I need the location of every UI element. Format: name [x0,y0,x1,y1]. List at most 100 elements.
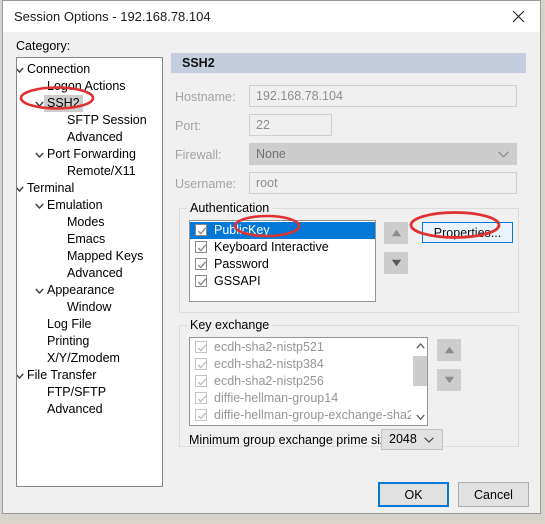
sidebar-item-x-y-zmodem[interactable]: X/Y/Zmodem [17,350,162,367]
firewall-select[interactable]: None [249,143,517,165]
auth-move-down-button[interactable] [384,252,408,274]
kex-list-item-label: ecdh-sha2-nistp256 [214,374,324,388]
sidebar-item-emacs[interactable]: Emacs [17,231,162,248]
sidebar-item-label: X/Y/Zmodem [47,351,120,365]
kex-list-item[interactable]: diffie-hellman-group14 [190,390,427,407]
close-button[interactable] [496,1,540,32]
sidebar-item-port-forwarding[interactable]: Port Forwarding [17,146,162,163]
port-label: Port: [175,119,202,133]
chevron-down-icon [415,414,425,420]
check-icon [197,227,207,235]
auth-list-item-label: Password [214,257,269,271]
checkbox[interactable] [195,358,207,370]
kex-list-item[interactable]: diffie-hellman-group-exchange-sha256 [190,407,427,424]
pane-header: SSH2 [171,53,526,73]
auth-move-up-button[interactable] [384,222,408,244]
prime-size-select[interactable]: 2048 [381,429,443,450]
check-icon [197,278,207,286]
pane-header-title: SSH2 [182,56,215,70]
key-exchange-group: Key exchange ecdh-sha2-nistp521 ecdh-sha2… [179,318,519,450]
sidebar-item-modes[interactable]: Modes [17,214,162,231]
kex-list-item-label: diffie-hellman-group-exchange-sha256 [214,408,428,422]
sidebar-item-terminal[interactable]: Terminal [17,180,162,197]
sidebar-item-logon-actions[interactable]: Logon Actions [17,78,162,95]
key-exchange-list[interactable]: ecdh-sha2-nistp521 ecdh-sha2-nistp384 ecdh… [189,337,428,426]
firewall-label: Firewall: [175,148,222,162]
checkbox[interactable] [195,392,207,404]
sidebar-item-ssh2[interactable]: SSH2 [17,95,162,112]
chevron-down-icon [17,373,24,379]
kex-move-up-button[interactable] [437,339,461,361]
kex-list-item[interactable]: ecdh-sha2-nistp256 [190,373,427,390]
kex-list-item-label: diffie-hellman-group14 [214,391,339,405]
category-tree[interactable]: Connection Logon Actions SSH2 SFTP Session A… [16,57,163,487]
firewall-value: None [256,147,286,161]
screenshot-root: Session Options - 192.168.78.104 Categor… [0,0,545,524]
properties-button[interactable]: Properties... [422,222,513,243]
sidebar-item-advanced[interactable]: Advanced [17,265,162,282]
scrollbar-thumb[interactable] [413,356,427,386]
checkbox[interactable] [195,341,207,353]
sidebar-item-window[interactable]: Window [17,299,162,316]
arrow-up-icon [444,346,454,354]
sidebar-item-label: Log File [47,317,92,331]
ssh2-settings-pane: SSH2 Hostname: 192.168.78.104 Port: 22 F… [171,53,526,451]
sidebar-item-sftp-session[interactable]: SFTP Session [17,112,162,129]
checkbox[interactable] [195,375,207,387]
check-icon [197,244,207,252]
chevron-down-icon [34,288,44,294]
check-icon [197,395,207,403]
hostname-input[interactable]: 192.168.78.104 [249,85,517,107]
session-options-dialog: Session Options - 192.168.78.104 Categor… [2,0,541,514]
sidebar-item-file-transfer[interactable]: File Transfer [17,367,162,384]
auth-list-item[interactable]: GSSAPI [190,273,375,290]
sidebar-item-label: Advanced [67,130,123,144]
sidebar-item-mapped-keys[interactable]: Mapped Keys [17,248,162,265]
auth-list-item[interactable]: PublicKey [190,222,375,239]
username-input[interactable]: root [249,172,517,194]
kex-list-item[interactable]: ecdh-sha2-nistp521 [190,339,427,356]
sidebar-item-ftp-sftp[interactable]: FTP/SFTP [17,384,162,401]
arrow-down-icon [444,376,454,384]
sidebar-item-appearance[interactable]: Appearance [17,282,162,299]
sidebar-item-advanced[interactable]: Advanced [17,401,162,418]
kex-list-item[interactable]: ecdh-sha2-nistp384 [190,356,427,373]
chevron-up-icon [415,343,425,349]
checkbox[interactable] [195,409,207,421]
authentication-list[interactable]: PublicKey Keyboard Interactive Password GSS… [189,220,376,302]
sidebar-item-label: Remote/X11 [67,164,136,178]
check-icon [197,261,207,269]
key-exchange-scrollbar[interactable] [411,338,427,425]
sidebar-item-label: Appearance [47,283,115,297]
sidebar-item-emulation[interactable]: Emulation [17,197,162,214]
sidebar-item-advanced[interactable]: Advanced [17,129,162,146]
chevron-down-icon [34,152,44,158]
window-title: Session Options - 192.168.78.104 [14,9,211,24]
port-input[interactable]: 22 [249,114,332,136]
scroll-up-button[interactable] [412,338,427,354]
checkbox[interactable] [195,224,207,236]
scroll-down-button[interactable] [412,409,427,425]
chevron-down-icon [17,186,24,192]
kex-list-item-label: ecdh-sha2-nistp521 [214,340,324,354]
sidebar-item-label: Advanced [47,402,103,416]
category-label: Category: [16,39,71,53]
sidebar-item-remote-x11[interactable]: Remote/X11 [17,163,162,180]
prime-size-value: 2048 [389,432,417,446]
auth-list-item[interactable]: Keyboard Interactive [190,239,375,256]
check-icon [197,412,207,420]
sidebar-item-label: SFTP Session [67,113,147,127]
close-icon [512,10,524,23]
auth-list-item[interactable]: Password [190,256,375,273]
prime-size-label: Minimum group exchange prime size: [189,433,397,447]
cancel-button[interactable]: Cancel [458,482,529,507]
ok-button[interactable]: OK [378,482,449,507]
auth-list-item-label: Keyboard Interactive [214,240,329,254]
checkbox[interactable] [195,258,207,270]
sidebar-item-connection[interactable]: Connection [17,61,162,78]
checkbox[interactable] [195,275,207,287]
sidebar-item-log-file[interactable]: Log File [17,316,162,333]
kex-move-down-button[interactable] [437,369,461,391]
sidebar-item-printing[interactable]: Printing [17,333,162,350]
checkbox[interactable] [195,241,207,253]
